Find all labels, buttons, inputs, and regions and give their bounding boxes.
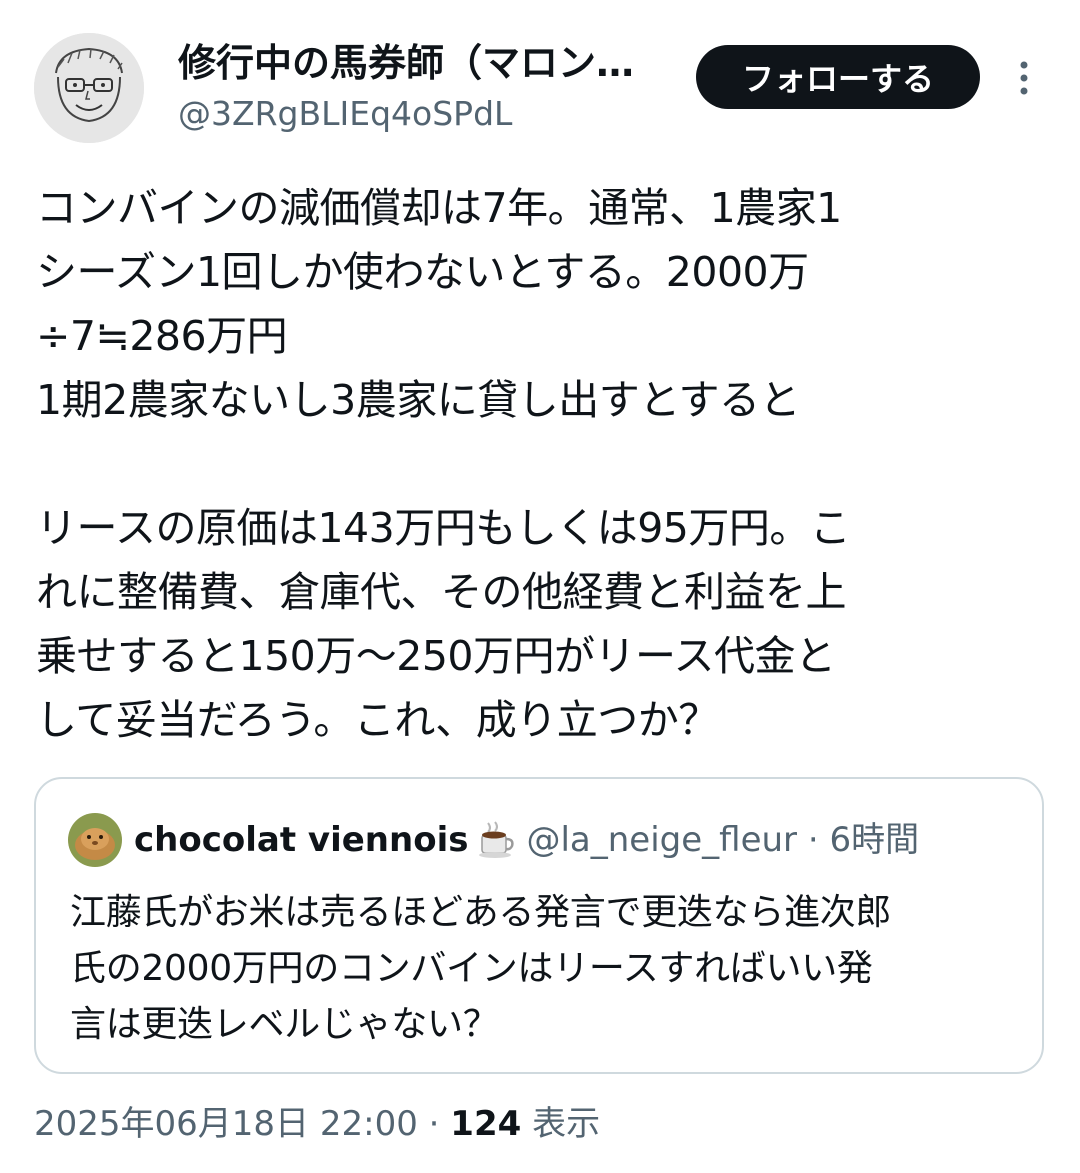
coffee-cup-icon — [476, 819, 518, 859]
views-label: 表示 — [532, 1104, 601, 1144]
author-display-name[interactable]: 修行中の馬券師（マロン… — [178, 38, 678, 88]
tweet-text-line: 1期2農家ないし3農家に貸し出すとすると — [36, 376, 801, 424]
tweet-timestamp[interactable]: 2025年06月18日 22:00 — [34, 1104, 418, 1144]
tweet-text-line: して妥当だろう。これ、成り立つか？ — [36, 696, 719, 744]
quote-text-line: 江藤氏がお米は売るほどある発言で更迭なら進次郎 — [70, 892, 892, 933]
quoted-tweet-card[interactable]: chocolat viennois @la_neige_fleur · 6時間 … — [34, 777, 1044, 1074]
tweet-text-line: 乗せすると150万〜250万円がリース代金と — [36, 632, 836, 680]
tweet-text-line: コンバインの減価償却は7年。通常、1農家1 — [36, 184, 842, 232]
quote-text-line: 氏の2000万円のコンバインはリースすればいい発 — [70, 948, 873, 989]
tweet-text-line: ÷7≒286万円 — [36, 312, 288, 360]
quote-avatar[interactable] — [68, 813, 122, 867]
more-vertical-icon[interactable] — [1008, 58, 1040, 98]
views-count: 124 — [450, 1104, 522, 1144]
quote-handle[interactable]: @la_neige_fleur — [526, 820, 797, 860]
tweet-text-line: れに整備費、倉庫代、その他経費と利益を上 — [36, 568, 847, 616]
tweet-text: コンバインの減価償却は7年。通常、1農家1 シーズン1回しか使わないとする。20… — [36, 176, 1046, 752]
meta-separator: · — [428, 1104, 440, 1144]
tweet-text-line: リースの原価は143万円もしくは95万円。こ — [36, 504, 851, 552]
quote-avatar-icon — [68, 813, 122, 867]
quote-display-name[interactable]: chocolat viennois — [134, 820, 468, 860]
sketch-face-avatar-icon — [34, 33, 144, 143]
tweet-text-line — [36, 432, 1046, 496]
quote-text-line: 言は更迭レベルじゃない？ — [70, 1004, 499, 1045]
tweet-meta: 2025年06月18日 22:00 · 124 表示 — [34, 1100, 600, 1148]
quote-time[interactable]: 6時間 — [829, 820, 919, 860]
quote-header: chocolat viennois @la_neige_fleur · 6時間 — [134, 817, 1034, 863]
author-handle[interactable]: @3ZRgBLIEq4oSPdL — [178, 92, 512, 136]
avatar[interactable] — [34, 33, 144, 143]
follow-button[interactable]: フォローする — [696, 45, 980, 109]
quote-separator: · — [807, 820, 819, 860]
quote-text: 江藤氏がお米は売るほどある発言で更迭なら進次郎 氏の2000万円のコンバインはリ… — [70, 885, 1030, 1053]
tweet-text-line: シーズン1回しか使わないとする。2000万 — [36, 248, 809, 296]
